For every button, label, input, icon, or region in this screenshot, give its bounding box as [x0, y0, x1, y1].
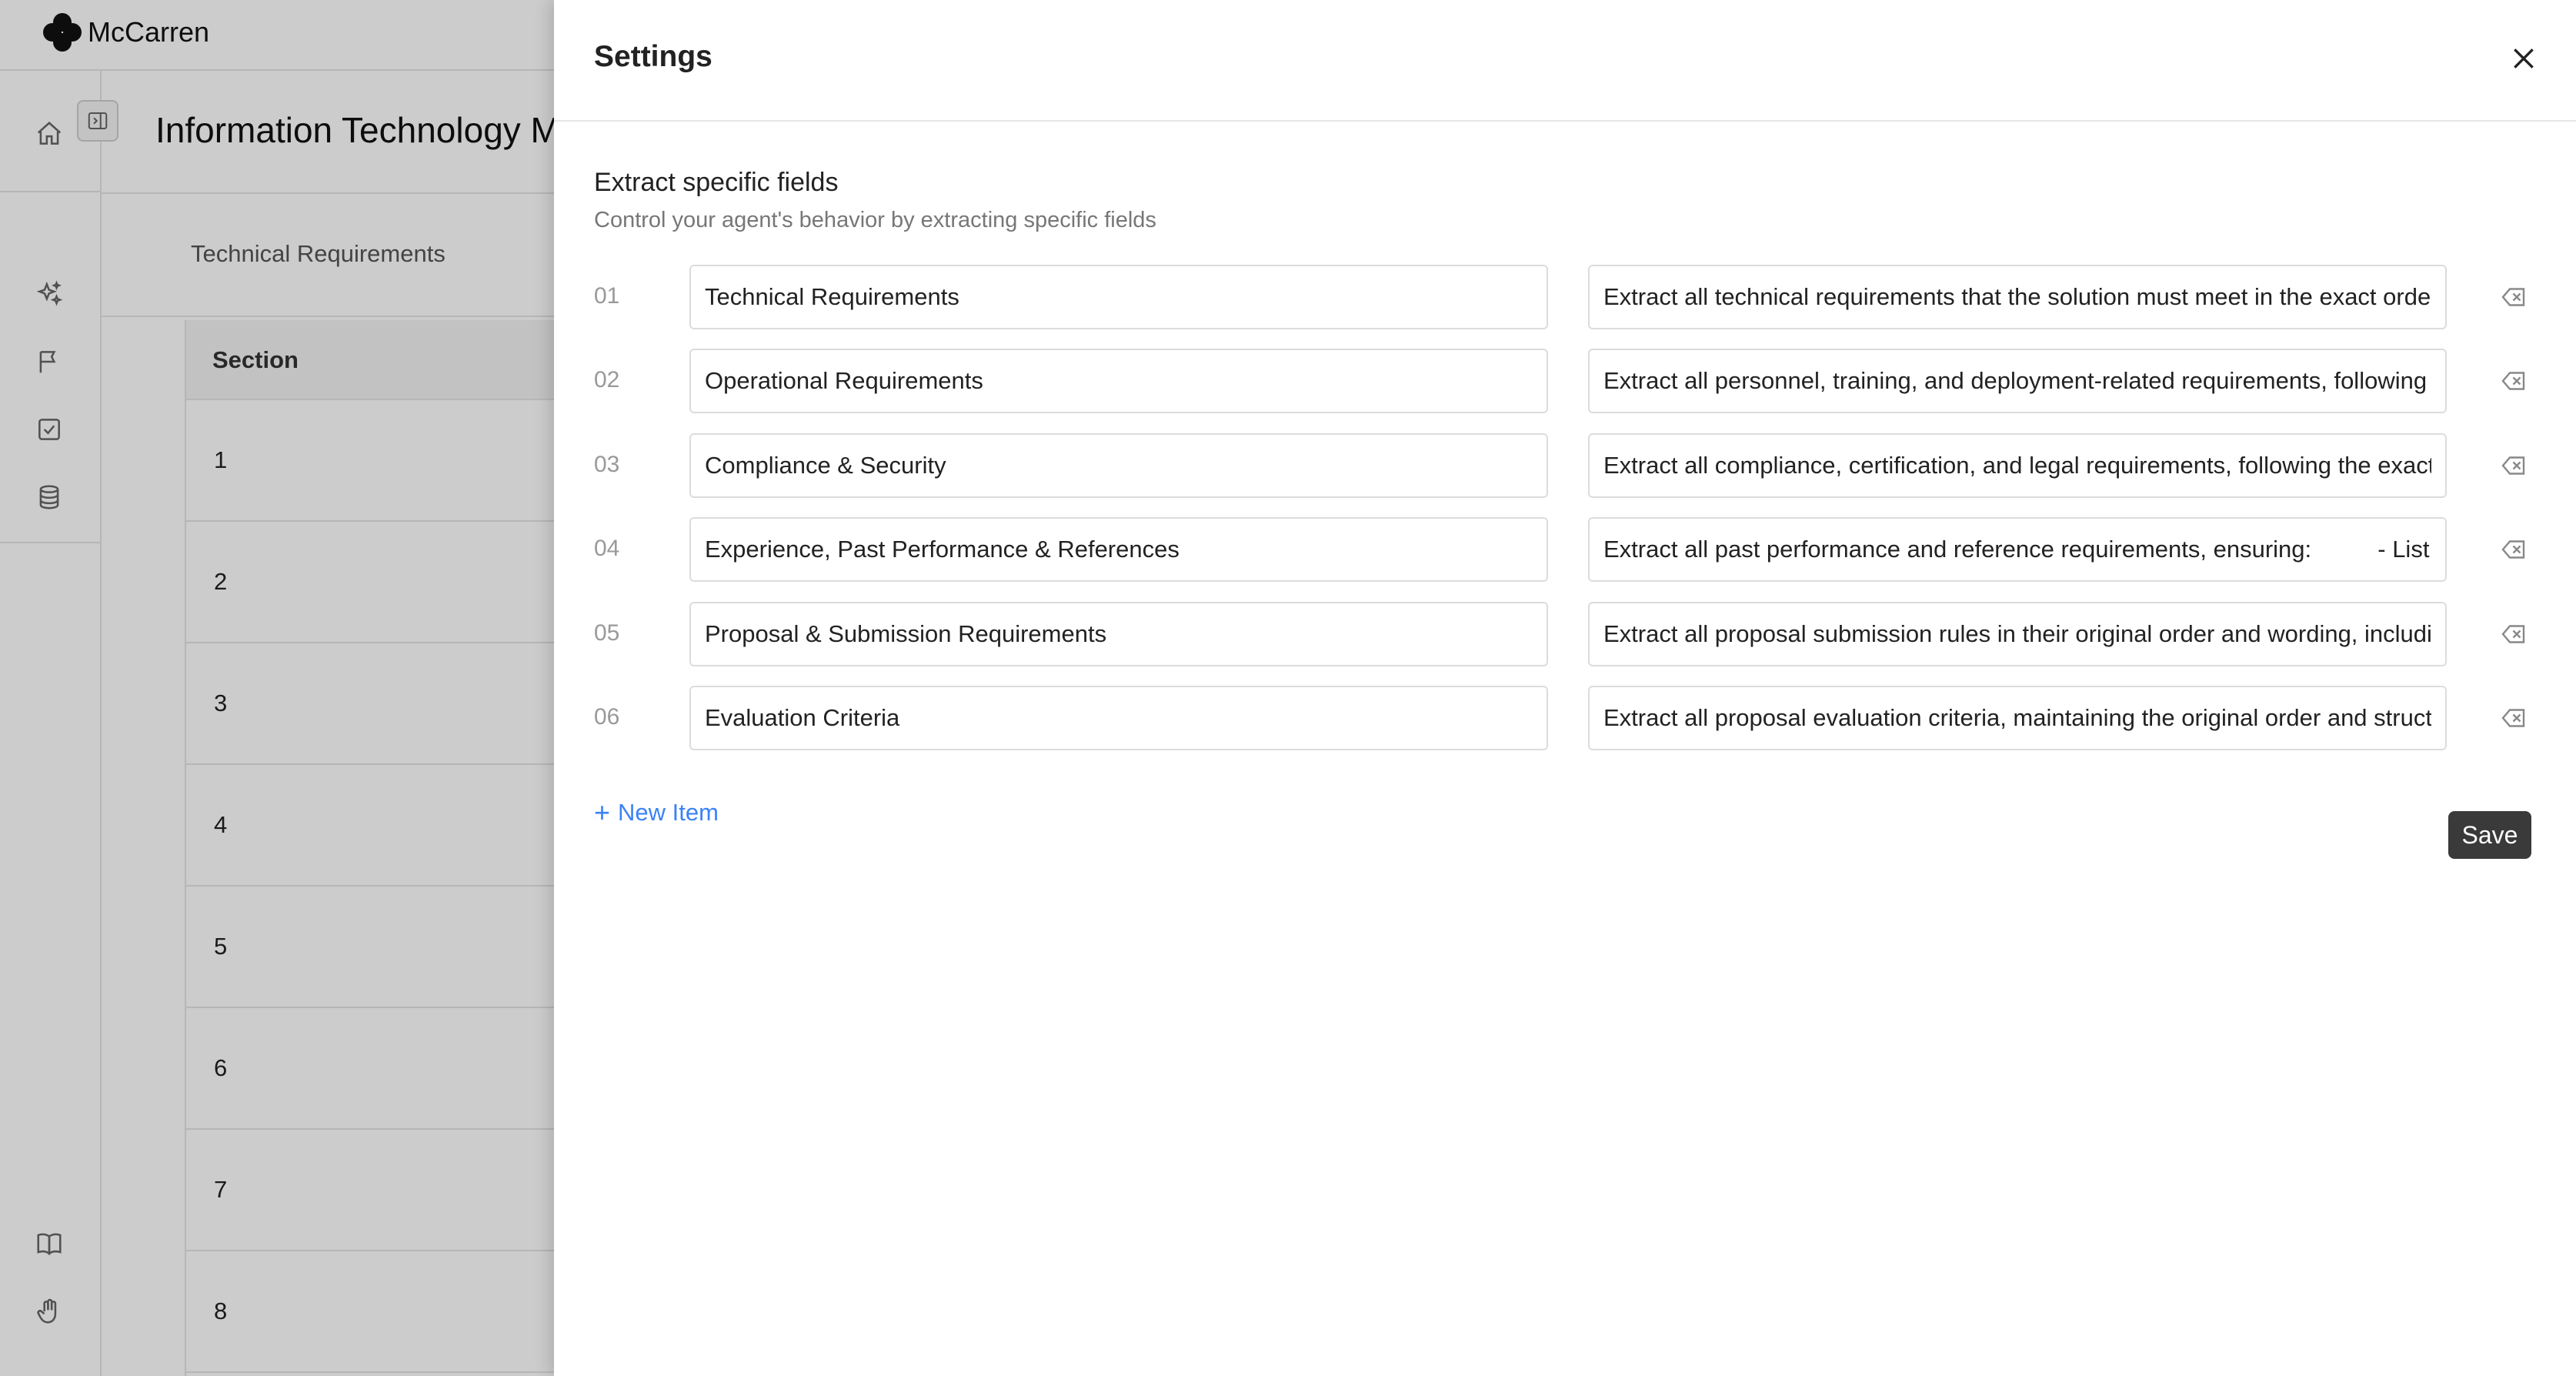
field-description-input[interactable]	[1588, 265, 2447, 329]
field-description-input[interactable]	[1588, 433, 2447, 498]
close-button[interactable]	[2505, 40, 2542, 77]
backspace-icon	[2501, 540, 2525, 559]
backspace-icon	[2501, 709, 2525, 727]
settings-drawer: Settings Extract specific fields Control…	[554, 0, 2576, 1376]
field-number: 05	[594, 620, 620, 646]
delete-field-button[interactable]	[2498, 701, 2531, 735]
field-name-input[interactable]	[689, 517, 1548, 582]
field-number: 04	[594, 536, 620, 561]
field-row: 02	[594, 349, 2548, 413]
delete-field-button[interactable]	[2498, 449, 2531, 483]
field-description-input[interactable]	[1588, 349, 2447, 413]
delete-field-button[interactable]	[2498, 364, 2531, 398]
field-name-input[interactable]	[689, 433, 1548, 498]
backspace-icon	[2501, 372, 2525, 390]
field-row: 06	[594, 686, 2548, 750]
field-number: 01	[594, 283, 620, 309]
field-name-input[interactable]	[689, 265, 1548, 329]
backspace-icon	[2501, 456, 2525, 475]
new-item-button[interactable]: + New Item	[594, 799, 719, 827]
close-icon	[2514, 48, 2534, 68]
field-row: 04	[594, 517, 2548, 582]
section-title: Extract specific fields	[594, 168, 839, 197]
delete-field-button[interactable]	[2498, 617, 2531, 651]
plus-icon: +	[594, 797, 611, 828]
field-number: 06	[594, 704, 620, 730]
delete-field-button[interactable]	[2498, 533, 2531, 566]
delete-field-button[interactable]	[2498, 280, 2531, 314]
drawer-title: Settings	[594, 40, 712, 73]
backspace-icon	[2501, 625, 2525, 643]
field-name-input[interactable]	[689, 686, 1548, 750]
field-row: 03	[594, 433, 2548, 498]
backspace-icon	[2501, 288, 2525, 306]
save-button[interactable]: Save	[2448, 811, 2531, 859]
field-row: 05	[594, 602, 2548, 666]
field-description-input[interactable]	[1588, 686, 2447, 750]
field-description-input[interactable]	[1588, 517, 2447, 582]
drawer-header: Settings	[554, 0, 2576, 122]
field-number: 03	[594, 452, 620, 477]
new-item-label: New Item	[618, 799, 719, 826]
field-name-input[interactable]	[689, 349, 1548, 413]
field-row: 01	[594, 265, 2548, 329]
field-name-input[interactable]	[689, 602, 1548, 666]
field-description-input[interactable]	[1588, 602, 2447, 666]
section-subtitle: Control your agent's behavior by extract…	[594, 208, 1156, 232]
field-number: 02	[594, 367, 620, 392]
